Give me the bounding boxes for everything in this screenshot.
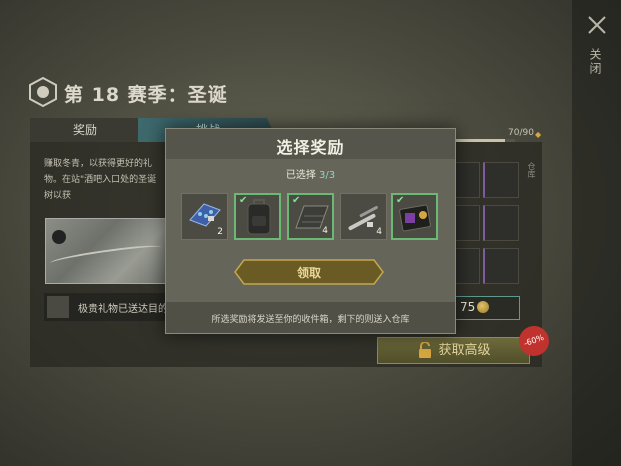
dialog-title: 选择奖励 bbox=[276, 138, 345, 157]
reward-slot[interactable] bbox=[483, 248, 519, 284]
earn-description: 赚取冬青，以获得更好的礼物。在站"酒吧入口处的圣诞树以获 bbox=[44, 159, 157, 201]
tree-pin-icon bbox=[52, 230, 66, 244]
reward-slot[interactable] bbox=[483, 162, 519, 198]
gift-status-text: 极贵礼物已送达目的 bbox=[78, 304, 168, 315]
reward-item-armor[interactable]: ✔ 4 bbox=[287, 193, 334, 240]
get-premium-button[interactable]: 获取高级 bbox=[377, 337, 530, 364]
reward-item-backpack[interactable]: ✔ bbox=[234, 193, 281, 240]
coin-icon bbox=[477, 301, 489, 313]
reward-slot[interactable] bbox=[483, 205, 519, 241]
dialog-footer-text: 所选奖励将发送至你的收件箱，剩下的则送入仓库 bbox=[211, 315, 410, 325]
claim-label[interactable]: 领取 bbox=[234, 264, 384, 281]
medkit-icon bbox=[189, 203, 221, 227]
reward-item-keycard[interactable]: ✔ bbox=[391, 193, 438, 240]
selected-status: 已选择 3/3 bbox=[166, 166, 455, 181]
tab-rewards[interactable]: 奖励 bbox=[30, 118, 140, 142]
close-icon[interactable] bbox=[586, 14, 608, 36]
reward-item-weapon-parts[interactable]: 4 bbox=[340, 193, 387, 240]
selected-prefix: 已选择 bbox=[285, 170, 316, 181]
season-badge-icon bbox=[29, 77, 57, 107]
lock-icon bbox=[419, 342, 431, 358]
item-count: 2 bbox=[217, 227, 223, 237]
progress-diamond-icon: ◆ bbox=[535, 130, 542, 139]
season-title: 第 18 赛季：圣诞 bbox=[64, 84, 228, 106]
currency-value: 75 bbox=[460, 300, 476, 314]
gift-bag-icon bbox=[47, 296, 69, 318]
item-count: 4 bbox=[376, 227, 382, 237]
close-label[interactable]: 关闭 bbox=[588, 48, 604, 76]
season-progress-text: 70/90 bbox=[508, 128, 534, 138]
reward-item-medkit[interactable]: 2 bbox=[181, 193, 228, 240]
keycard-icon bbox=[399, 204, 431, 232]
selected-count: 3/3 bbox=[319, 170, 336, 181]
stash-column-tag: 仓库 bbox=[527, 162, 536, 178]
backpack-icon bbox=[247, 199, 271, 235]
item-count: 4 bbox=[322, 226, 328, 236]
